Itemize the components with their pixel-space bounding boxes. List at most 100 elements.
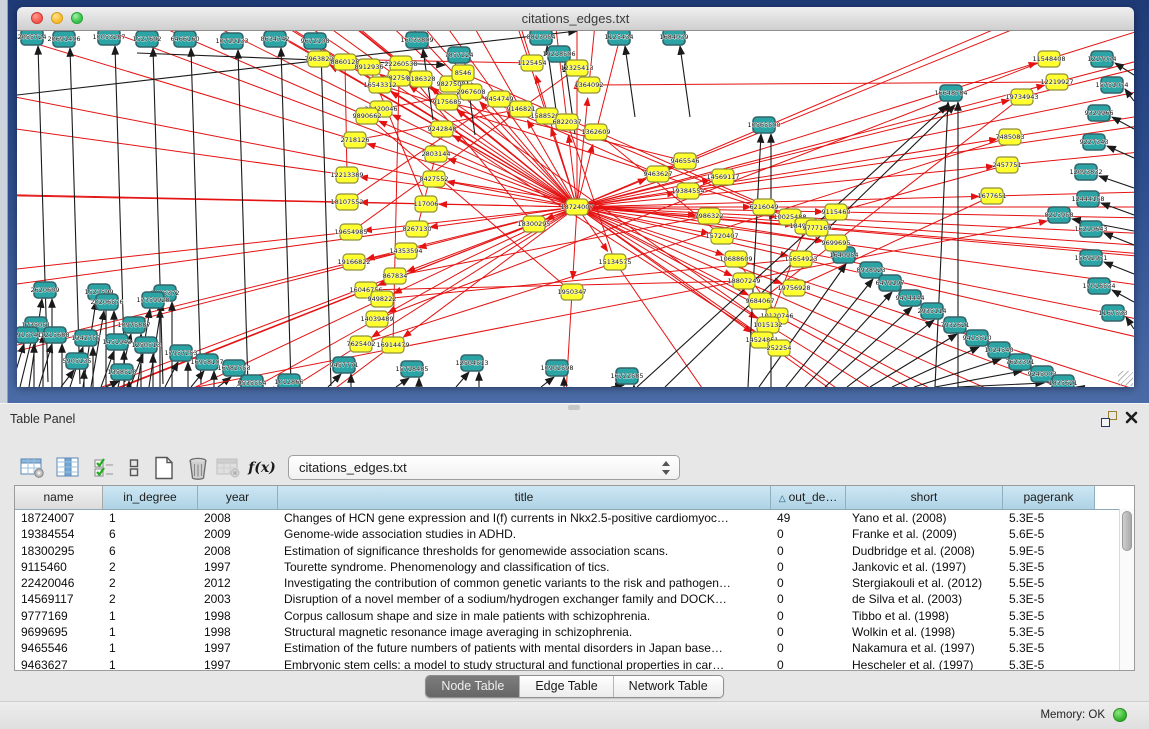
graph-node[interactable]: 7485083 [996,129,1025,145]
graph-node[interactable]: 1125454 [518,55,547,71]
graph-node[interactable]: 1835621 [1049,375,1078,387]
graph-node[interactable]: 19734943 [1005,89,1038,105]
graph-node[interactable]: 20691406 [47,31,80,47]
column-header-short[interactable]: short [846,486,1003,509]
graph-node[interactable]: 1950347 [558,284,587,300]
graph-node[interactable]: 12219927 [1040,74,1073,90]
graph-node[interactable]: 9684067 [746,293,775,309]
graph-node[interactable]: 15718485 [395,361,428,377]
table-vertical-scrollbar[interactable] [1119,509,1134,671]
graph-node[interactable]: 9463627 [644,166,673,182]
graph-node[interactable]: 10565500 [747,117,780,133]
graph-node[interactable]: 6822037 [553,114,582,130]
graph-node[interactable]: 7986322 [695,208,724,224]
graph-node[interactable]: 8186328 [407,71,436,87]
window-resize-grip[interactable] [1118,371,1133,386]
show-columns-icon[interactable] [54,454,82,482]
graph-node[interactable]: 14353594 [389,243,422,259]
graph-node[interactable]: 1250513 [132,337,161,353]
graph-node[interactable]: 14569117 [706,169,739,185]
table-settings-icon[interactable] [18,454,46,482]
graph-node[interactable]: 8267130 [403,221,432,237]
graph-node[interactable]: 1358528 [108,364,137,380]
table-row[interactable]: 946362711997Embryonic stem cells: a mode… [15,657,1134,671]
graph-node[interactable]: 9175685 [433,94,462,110]
graph-node[interactable]: 6216049 [750,199,779,215]
graph-node[interactable]: 19384554 [671,183,704,199]
graph-node[interactable]: 7857224 [445,47,474,63]
graph-node[interactable]: 1684039 [660,31,689,45]
graph-node[interactable]: 1215688 [41,327,70,343]
table-row[interactable]: 911546021997Tourette syndrome. Phenomeno… [15,559,1134,575]
graph-node[interactable]: 15720407 [705,228,738,244]
graph-node[interactable]: 8813054 [527,31,556,45]
graph-node[interactable]: 5905135 [63,353,92,369]
graph-node[interactable]: 1342757 [72,330,101,346]
network-canvas[interactable]: 2055724206914061005328715276026466160107… [17,31,1134,387]
graph-node[interactable]: 3915741 [17,327,41,343]
column-header-out_de[interactable]: △out_de… [771,486,846,509]
tab-edge-table[interactable]: Edge Table [520,676,613,697]
new-table-icon[interactable] [150,454,178,482]
graph-node[interactable]: 12093832 [1069,164,1102,180]
graph-node[interactable]: 9890662 [353,108,382,124]
graph-node[interactable]: 17016534 [1082,278,1115,294]
graph-node[interactable]: 2620609 [31,282,60,298]
graph-node[interactable]: 9227343 [1080,134,1109,150]
column-header-in_degree[interactable]: in_degree [103,486,198,509]
graph-node[interactable]: 7963822 [305,51,334,67]
table-row[interactable]: 1456911722003Disruption of a novel membe… [15,591,1134,607]
graph-node[interactable]: 1364092 [575,77,604,93]
graph-node[interactable]: 1167533 [1099,305,1128,321]
graph-node[interactable]: 15654923 [784,251,817,267]
graph-node[interactable]: 14039489 [360,311,393,327]
table-row[interactable]: 1872400712008Changes of HCN gene express… [15,510,1134,526]
graph-node[interactable]: 8546 [452,65,474,81]
tab-node-table[interactable]: Node Table [426,676,520,697]
graph-node[interactable]: 8634742 [261,31,290,47]
select-all-checklist-icon[interactable] [90,454,118,482]
toggle-rows-icon[interactable] [120,454,148,482]
table-row[interactable]: 1938455462009Genome-wide association stu… [15,526,1134,542]
graph-node[interactable]: 10053287 [92,31,125,45]
graph-node[interactable]: 12213389 [330,167,363,183]
graph-node[interactable]: 2803144 [422,146,451,162]
network-window-titlebar[interactable]: citations_edges.txt [17,7,1134,31]
graph-node[interactable]: 2718126 [341,132,370,148]
graph-node[interactable]: 10719133 [215,33,248,49]
graph-node[interactable]: 252254 [767,340,792,356]
graph-node[interactable]: 15692971 [1074,250,1107,266]
graph-node[interactable]: 8215958 [1045,207,1074,223]
graph-node[interactable]: 867834 [383,268,408,284]
graph-node[interactable]: 9672108 [301,33,330,49]
graph-node[interactable]: 16722585 [610,368,643,384]
graph-node[interactable]: 1217074 [1088,51,1117,67]
graph-node[interactable]: 9777169 [803,220,832,236]
float-panel-icon[interactable] [1101,411,1117,427]
graph-node[interactable]: 9498222 [368,291,397,307]
graph-node[interactable]: 9465546 [671,153,700,169]
graph-node[interactable]: 11548408 [1032,51,1065,67]
graph-node[interactable]: 7932621 [941,317,970,333]
graph-node[interactable]: 16648784 [934,85,967,101]
scrollbar-thumb[interactable] [1122,511,1132,551]
table-row[interactable]: 977716911998Corpus callosum shape and si… [15,608,1134,624]
graph-node[interactable]: 16210643 [1074,221,1107,237]
graph-node[interactable]: 9329966 [1085,105,1114,121]
graph-node[interactable]: 15751074 [1095,77,1128,93]
graph-node[interactable]: 9242848 [428,121,457,137]
graph-node[interactable]: 6479197 [876,275,905,291]
column-header-name[interactable]: name [15,486,103,509]
graph-node[interactable]: 9415510 [963,330,992,346]
graph-node[interactable]: 8427552 [420,171,449,187]
graph-node[interactable]: 2935114 [918,303,947,319]
graph-node[interactable]: 1527602 [133,31,162,47]
graph-node[interactable]: 7623391 [1006,354,1035,370]
graph-node[interactable]: 10902598 [540,360,573,376]
column-header-pagerank[interactable]: pagerank [1003,486,1095,509]
column-header-title[interactable]: title [278,486,771,509]
graph-node[interactable]: 2055724 [18,31,47,45]
close-panel-icon[interactable] [1125,411,1139,425]
function-fx-icon[interactable]: f(x) [248,454,276,482]
graph-node[interactable]: 9699695 [822,235,851,251]
